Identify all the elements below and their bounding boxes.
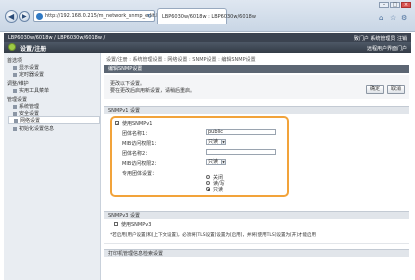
refresh-icon[interactable]: ↻ [147, 13, 152, 20]
rui-top-bar: LBP6030w/6018w / LBP6030w/6018w / 致门户 系统… [4, 33, 411, 42]
home-icon[interactable]: ⌂ [379, 14, 387, 22]
sidebar-item-network[interactable]: 网络设置 [8, 116, 100, 124]
browser-toolbar: ◀ ▶ http://192.168.0.215/m_network_snmp_… [0, 0, 415, 32]
mib2-select[interactable]: 只读 ▼ [206, 159, 226, 165]
community1-input[interactable]: public [206, 129, 276, 135]
chevron-down-icon: ▼ [221, 140, 225, 144]
mib1-select[interactable]: 只读 ▼ [206, 139, 226, 145]
chevron-down-icon: ▼ [221, 160, 225, 164]
browser-tools: ⌂ ☆ ⚙ [379, 14, 409, 22]
init-icon [13, 126, 17, 131]
back-arrow-icon: ◀ [8, 12, 15, 21]
use-snmpv3-label: 使用SNMPv3 [121, 222, 152, 228]
mib2-label: MIB访问权限2： [122, 161, 160, 167]
utility-icon [13, 88, 17, 93]
breadcrumb: 设置/注册 : 系统管理设置 : 网络设置 : SNMP设置 : 编辑SNMP设… [106, 57, 256, 63]
display-icon [13, 65, 17, 70]
settings-gear-icon[interactable]: ⚙ [401, 14, 409, 22]
snmpv1-settings-panel: ✓ 使用SNMPv1 团体名称1： public MIB访问权限1： 只读 ▼ 团… [110, 116, 289, 197]
rui-header: 设置/注册 远程用户界面门户 [4, 42, 411, 53]
dedicated-readonly-label: 只读 [213, 187, 224, 193]
sidebar-item-utility[interactable]: 实用工具菜单 [13, 87, 49, 94]
address-bar[interactable]: http://192.168.0.215/m_network_snmp_edit… [33, 10, 168, 22]
use-snmpv1-checkbox[interactable]: ✓ [115, 121, 119, 126]
favorites-icon[interactable]: ☆ [390, 14, 398, 22]
timer-icon [13, 72, 17, 77]
confirm-line-2: 要在更改后启用新设置，请稍后重启。 [110, 88, 196, 94]
dedicated-readwrite-radio[interactable] [206, 181, 210, 185]
browser-tab[interactable]: LBP6030w/6018w : LBP6030w/6018w [157, 8, 256, 24]
top-links[interactable]: 致门户 系统管理员 注销 [354, 35, 407, 42]
printer-mgmt-header: 打印机管理信息检索设置 [104, 249, 409, 257]
sidebar-group-management: 管理设置 [7, 97, 28, 103]
community2-input[interactable] [206, 149, 276, 155]
dedicated-readonly-radio[interactable] [206, 187, 210, 191]
system-icon [13, 104, 17, 109]
sidebar-item-display[interactable]: 显示设置 [13, 64, 39, 71]
section-title: 编辑SNMP设置 [104, 65, 409, 73]
confirm-box: 更改以下设置。 要在更改后启用新设置，请稍后重启。 确定 取消 [104, 75, 409, 99]
network-icon [14, 118, 18, 123]
sidebar-group-preferences: 首选项 [7, 58, 23, 64]
settings-logo-icon [8, 43, 16, 51]
sidebar-item-timer[interactable]: 定时器设置 [13, 71, 44, 78]
browser-logo-icon [36, 13, 43, 20]
close-window-button[interactable]: × [401, 2, 411, 8]
security-icon [13, 111, 17, 116]
window-controls: – □ × [379, 2, 411, 8]
back-button[interactable]: ◀ [5, 10, 18, 23]
maximize-button[interactable]: □ [390, 2, 400, 8]
main-content: 设置/注册 : 系统管理设置 : 网络设置 : SNMP设置 : 编辑SNMP设… [102, 53, 411, 280]
mib1-label: MIB访问权限1： [122, 141, 160, 147]
community2-label: 团体名称2： [122, 151, 151, 157]
confirm-line-1: 更改以下设置。 [110, 81, 146, 87]
ok-button[interactable]: 确定 [366, 85, 384, 94]
minimize-button[interactable]: – [379, 2, 389, 8]
use-snmpv1-label: 使用SNMPv1 [122, 121, 153, 127]
cancel-button[interactable]: 取消 [387, 85, 405, 94]
sidebar-group-maintenance: 调整/维护 [7, 81, 29, 87]
community1-label: 团体名称1： [122, 131, 151, 137]
device-name: LBP6030w/6018w / LBP6030w/6018w / [8, 35, 106, 41]
tab-title: LBP6030w/6018w : LBP6030w/6018w [162, 14, 256, 20]
snmpv3-note: *若启用[用户设置]和[上下文设置]，必须将[TLS设置]设置为[启用]，并将[… [110, 233, 317, 238]
dedicated-off-radio[interactable] [206, 175, 210, 179]
sidebar-item-init[interactable]: 初始化设置信息 [13, 125, 54, 132]
portal-link[interactable]: 远程用户界面门户 [367, 45, 407, 52]
snmpv1-header: SNMPv1 设置 [104, 106, 409, 114]
divider [104, 243, 409, 244]
forward-arrow-icon: ▶ [22, 13, 27, 20]
snmpv3-header: SNMPv3 设置 [104, 211, 409, 219]
dedicated-community-label: 专用团体设置： [122, 171, 158, 177]
use-snmpv3-checkbox[interactable] [114, 222, 118, 226]
page-title: 设置/注册 [20, 46, 47, 53]
sidebar: 首选项 显示设置 定时器设置 调整/维护 实用工具菜单 管理设置 系统管理 安全… [4, 53, 101, 280]
sidebar-item-system[interactable]: 系统管理 [13, 103, 39, 110]
forward-button[interactable]: ▶ [19, 11, 30, 22]
